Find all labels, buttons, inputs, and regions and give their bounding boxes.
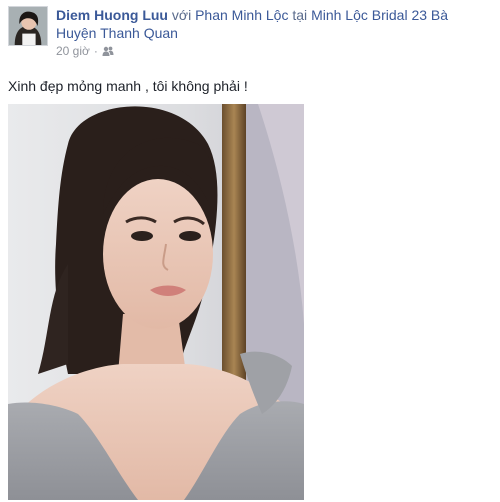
post-photo[interactable] <box>8 104 304 500</box>
meta-separator: · <box>93 44 98 58</box>
author-name-link[interactable]: Diem Huong Luu <box>56 7 168 23</box>
at-connector: tại <box>288 7 312 23</box>
tagged-friend-link[interactable]: Phan Minh Lộc <box>195 7 288 23</box>
author-avatar[interactable] <box>8 6 48 46</box>
friends-icon[interactable] <box>102 45 114 57</box>
post-meta: 20 giờ · <box>56 44 114 58</box>
avatar-image <box>9 7 47 45</box>
post-timestamp-link[interactable]: 20 giờ <box>56 44 90 58</box>
with-connector: với <box>168 7 196 23</box>
post-photo-image <box>8 104 304 500</box>
feed-post: Diem Huong Luu với Phan Minh Lộc tại Min… <box>0 0 500 502</box>
post-header: Diem Huong Luu với Phan Minh Lộc tại Min… <box>56 6 486 42</box>
post-caption: Xinh đẹp mỏng manh , tôi không phải ! <box>8 78 248 94</box>
